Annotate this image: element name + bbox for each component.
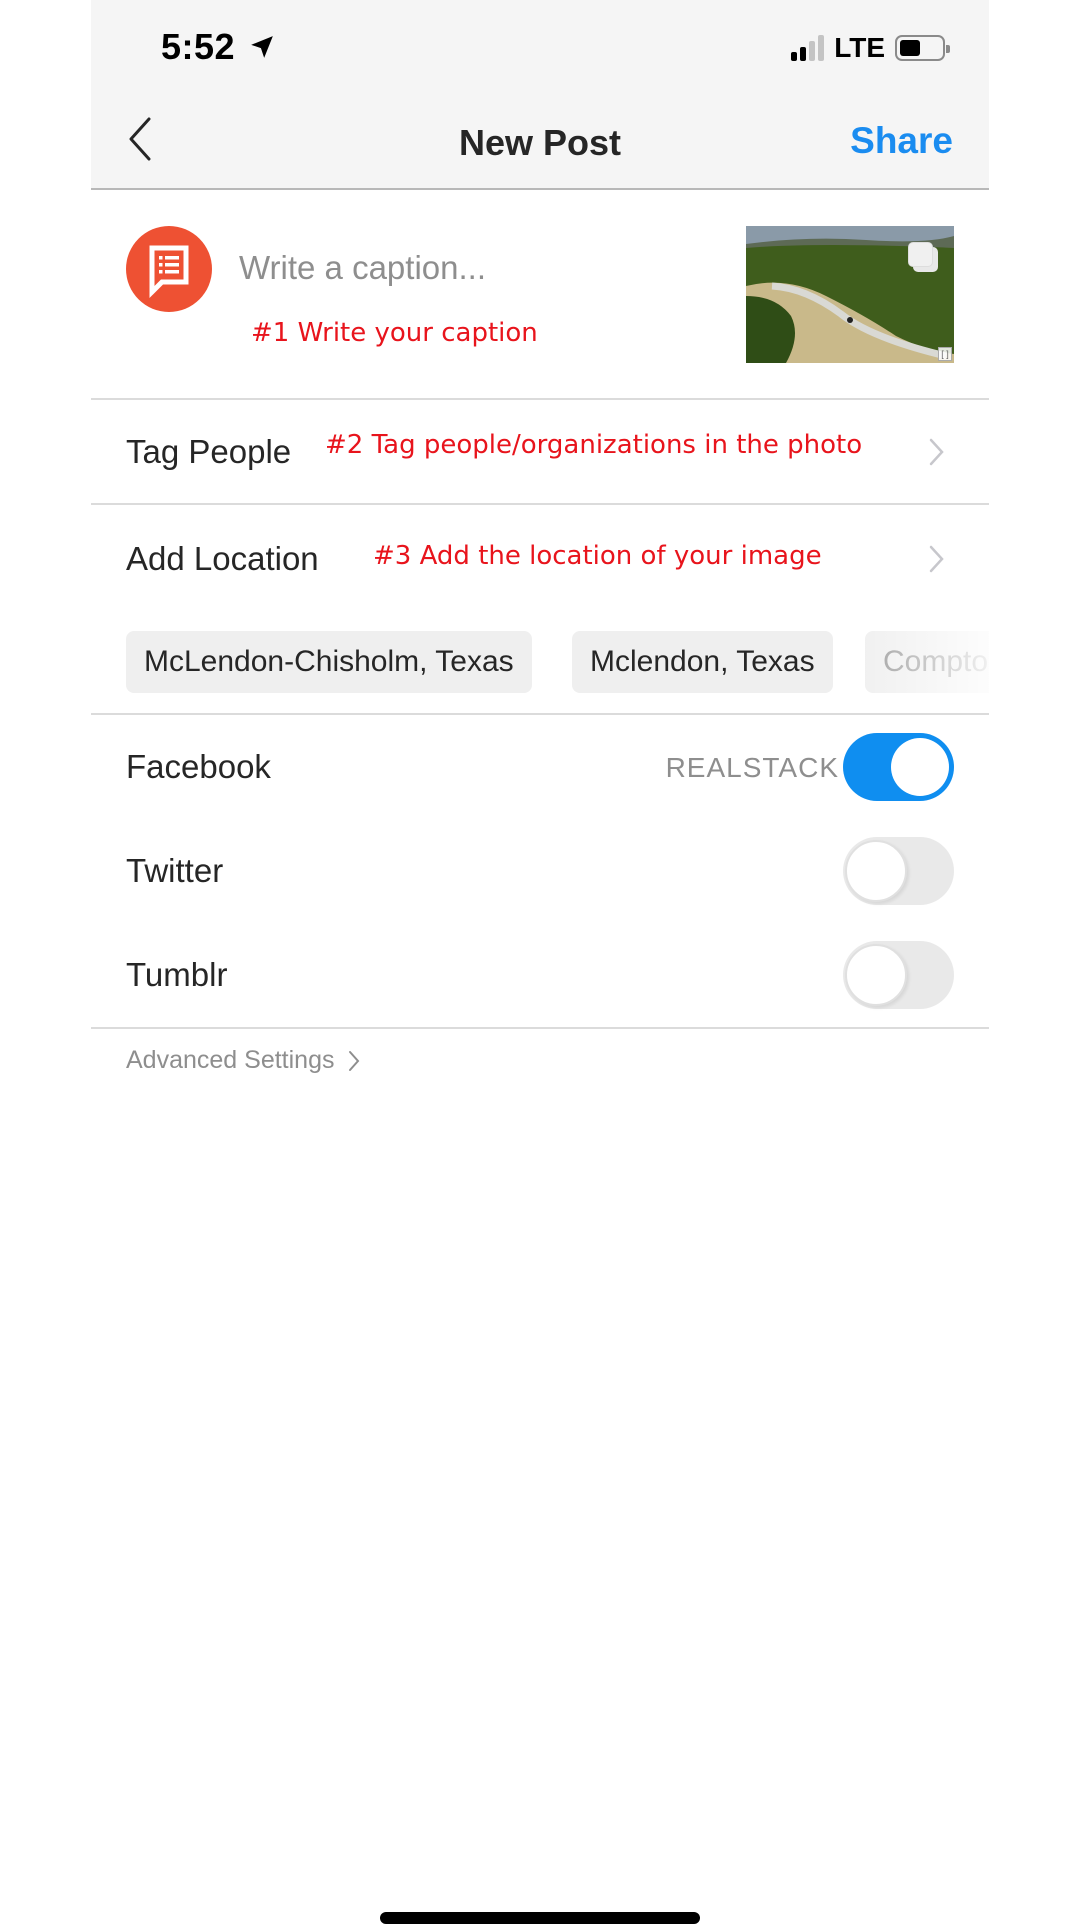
tag-people-row[interactable]: Tag People #2 Tag people/organizations i… [91, 400, 989, 503]
location-chip[interactable]: Mclendon, Texas [572, 631, 833, 693]
toggle-knob [891, 738, 949, 796]
twitter-toggle[interactable] [843, 837, 954, 905]
location-chip[interactable]: McLendon-Chisholm, Texas [126, 631, 532, 693]
chevron-right-icon [929, 545, 944, 573]
new-post-screen: 5:52 LTE New Post Share Write a caption.… [91, 0, 989, 1920]
cell-signal-icon [791, 35, 825, 61]
speech-bubble-list-icon [149, 245, 189, 299]
facebook-toggle[interactable] [843, 733, 954, 801]
network-type: LTE [834, 32, 885, 63]
facebook-label: Facebook [126, 748, 271, 785]
battery-icon [895, 35, 950, 61]
advanced-settings-label: Advanced Settings [126, 1046, 335, 1074]
tumblr-label: Tumblr [126, 956, 228, 993]
tumblr-toggle[interactable] [843, 941, 954, 1009]
divider [91, 1027, 989, 1029]
avatar [126, 226, 212, 312]
stacked-squares-icon [908, 242, 938, 272]
home-indicator[interactable] [380, 1912, 700, 1924]
top-bar: 5:52 LTE New Post Share [91, 0, 989, 190]
location-arrow-icon [251, 36, 273, 58]
crop-icon: [ ] [938, 347, 952, 361]
add-location-label: Add Location [126, 540, 319, 577]
toggle-knob [845, 944, 907, 1006]
add-location-row[interactable]: Add Location #3 Add the location of your… [91, 505, 989, 615]
location-suggestions: McLendon-Chisholm, Texas Mclendon, Texas… [91, 631, 989, 693]
chevron-right-icon [349, 1050, 360, 1071]
status-time: 5:52 [161, 26, 236, 67]
tag-people-annotation: #2 Tag people/organizations in the photo [325, 430, 863, 460]
chevron-right-icon [929, 438, 944, 466]
share-button[interactable]: Share [850, 120, 953, 162]
advanced-settings-link[interactable]: Advanced Settings [126, 1046, 360, 1075]
caption-input[interactable] [239, 244, 779, 292]
status-indicators: LTE [791, 32, 950, 63]
post-thumbnail[interactable]: [ ] [746, 226, 954, 363]
facebook-account: REALSTACK [665, 752, 839, 783]
add-location-annotation: #3 Add the location of your image [373, 541, 822, 571]
divider [91, 713, 989, 715]
twitter-label: Twitter [126, 852, 224, 889]
location-chip[interactable]: Compton [865, 631, 989, 693]
tag-people-label: Tag People [126, 433, 292, 470]
toggle-knob [845, 840, 907, 902]
caption-annotation: #1 Write your caption [251, 318, 538, 348]
